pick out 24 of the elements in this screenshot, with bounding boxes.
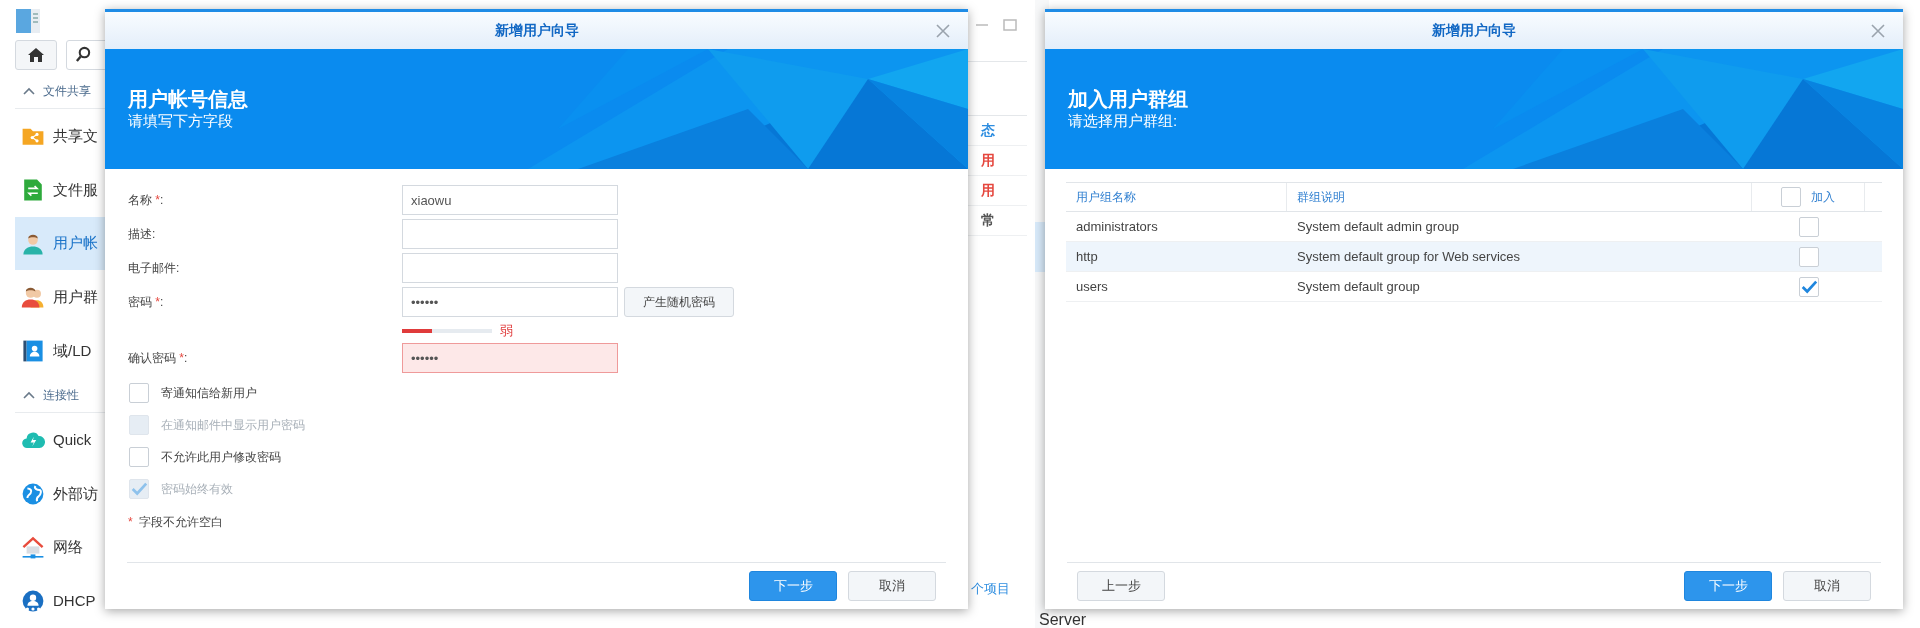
table-cell-text: System default group: [1296, 277, 1421, 296]
page-heading: 加入用户群组: [1068, 87, 1189, 111]
table-cell-text: users: [1075, 277, 1109, 296]
table-cell-text: 常: [981, 211, 995, 230]
field-label: 电子邮件:: [128, 260, 181, 277]
field-label: 确认密码 *:: [128, 350, 189, 367]
table-cell-text: 用: [981, 151, 995, 170]
page-heading: 用户帐号信息: [128, 87, 249, 111]
table-cell-text: 态: [981, 121, 995, 140]
window-title: 新增用户向导: [494, 21, 579, 40]
item-count: 个项目: [970, 579, 1011, 598]
field-label: 描述:: [128, 226, 157, 243]
field-label: 名称 *:: [128, 192, 165, 209]
table-cell-text: administrators: [1075, 217, 1159, 236]
table-cell-text: System default admin group: [1296, 217, 1460, 236]
strength-label: 弱: [500, 322, 513, 341]
window-title: 新增用户向导: [1432, 21, 1516, 40]
footnote: * 字段不允许空白: [128, 514, 224, 531]
page-subheading: 请选择用户群组:: [1068, 111, 1179, 131]
field-label: 密码 *:: [128, 294, 165, 311]
page-subheading: 请填写下方字段: [128, 111, 234, 131]
table-cell-text: http: [1075, 247, 1099, 266]
table-cell-text: 用: [981, 181, 995, 200]
table-cell-text: System default group for Web services: [1296, 247, 1522, 266]
